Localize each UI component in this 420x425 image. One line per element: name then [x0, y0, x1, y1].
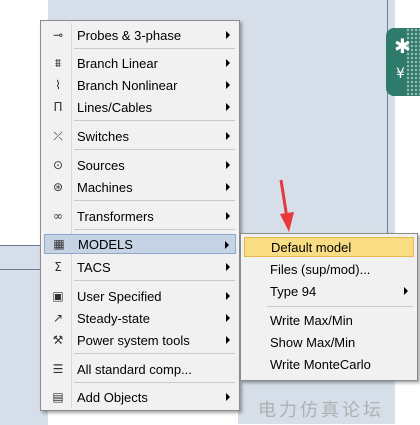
menu-item-label: MODELS	[78, 236, 133, 252]
forum-watermark: 电力仿真论坛	[258, 400, 384, 421]
submenu-arrow-icon	[226, 59, 230, 67]
submenu-item-show-max-min[interactable]: Show Max/Min	[244, 332, 414, 352]
submenu-arrow-icon	[226, 132, 230, 140]
submenu-arrow-icon	[404, 287, 408, 295]
submenu-item-type-94[interactable]: Type 94	[244, 281, 414, 301]
menu-item-switches[interactable]: ⤫ Switches	[44, 126, 236, 146]
menu-item-probes[interactable]: ⊸ Probes & 3-phase	[44, 25, 236, 45]
menu-separator	[267, 306, 413, 307]
submenu-item-label: Write MonteCarlo	[270, 356, 371, 372]
all-components-icon: ☰	[52, 362, 64, 376]
menu-item-label: Branch Nonlinear	[77, 77, 178, 93]
menu-item-label: Transformers	[77, 208, 154, 224]
menu-item-label: User Specified	[77, 288, 162, 304]
menu-item-lines-cables[interactable]: Π Lines/Cables	[44, 97, 236, 117]
models-submenu: Default model Files (sup/mod)... Type 94…	[240, 233, 418, 381]
menu-separator	[74, 229, 235, 230]
submenu-item-label: Type 94	[270, 283, 317, 299]
submenu-arrow-icon	[226, 183, 230, 191]
menu-separator	[74, 149, 235, 150]
menu-separator	[74, 382, 235, 383]
app-shortcut-icon[interactable]: ✱ ¥	[386, 28, 420, 96]
switch-icon: ⤫	[53, 128, 63, 143]
insert-component-menu: ⊸ Probes & 3-phase ⩩ Branch Linear ⌇ Bra…	[40, 20, 240, 411]
menu-item-machines[interactable]: ⊛ Machines	[44, 177, 236, 197]
submenu-arrow-icon	[226, 393, 230, 401]
menu-separator	[74, 120, 235, 121]
submenu-item-default-model[interactable]: Default model	[244, 237, 414, 257]
branch-linear-icon: ⩩	[54, 55, 62, 70]
source-icon: ⊙	[52, 158, 64, 172]
branch-nonlinear-icon: ⌇	[55, 78, 61, 92]
yen-icon: ¥	[396, 66, 405, 82]
submenu-item-write-max-min[interactable]: Write Max/Min	[244, 310, 414, 330]
submenu-item-write-montecarlo[interactable]: Write MonteCarlo	[244, 354, 414, 374]
submenu-arrow-icon	[226, 336, 230, 344]
submenu-arrow-icon	[226, 212, 230, 220]
submenu-item-label: Default model	[271, 239, 352, 255]
menu-item-label: TACS	[77, 259, 111, 275]
menu-separator	[74, 353, 235, 354]
menu-item-all-standard[interactable]: ☰ All standard comp...	[44, 359, 236, 379]
menu-item-label: Steady-state	[77, 310, 150, 326]
user-specified-icon: ▣	[52, 289, 64, 303]
submenu-item-label: Show Max/Min	[270, 334, 356, 350]
probe-icon: ⊸	[52, 28, 64, 42]
menu-separator	[74, 48, 235, 49]
menu-item-branch-nonlinear[interactable]: ⌇ Branch Nonlinear	[44, 75, 236, 95]
tacs-icon: Σ	[54, 260, 62, 274]
red-arrow-annotation	[279, 179, 294, 232]
submenu-item-files[interactable]: Files (sup/mod)...	[244, 259, 414, 279]
menu-item-label: Add Objects	[77, 389, 148, 405]
transformer-icon: ∞	[53, 209, 63, 223]
add-objects-icon: ▤	[52, 390, 64, 404]
menu-item-models[interactable]: ▦ MODELS	[44, 234, 236, 254]
submenu-arrow-icon	[226, 81, 230, 89]
menu-item-user-specified[interactable]: ▣ User Specified	[44, 286, 236, 306]
menu-item-transformers[interactable]: ∞ Transformers	[44, 206, 236, 226]
menu-item-label: Branch Linear	[77, 55, 158, 71]
menu-item-sources[interactable]: ⊙ Sources	[44, 155, 236, 175]
lines-cables-icon: Π	[53, 100, 63, 114]
menu-item-label: Power system tools	[77, 332, 190, 348]
menu-item-branch-linear[interactable]: ⩩ Branch Linear	[44, 53, 236, 73]
menu-item-label: Sources	[77, 157, 125, 173]
machine-icon: ⊛	[52, 180, 64, 194]
submenu-arrow-icon	[226, 292, 230, 300]
submenu-item-label: Write Max/Min	[270, 312, 353, 328]
menu-item-label: All standard comp...	[77, 361, 192, 377]
steady-state-icon: ↗	[52, 311, 64, 325]
menu-item-label: Machines	[77, 179, 133, 195]
submenu-arrow-icon	[226, 31, 230, 39]
menu-item-label: Lines/Cables	[77, 99, 153, 115]
submenu-item-label: Files (sup/mod)...	[270, 261, 371, 277]
menu-separator	[74, 280, 235, 281]
menu-item-label: Probes & 3-phase	[77, 27, 182, 43]
menu-item-tacs[interactable]: Σ TACS	[44, 257, 236, 277]
power-tools-icon: ⚒	[52, 333, 64, 347]
menu-separator	[74, 200, 235, 201]
models-icon: ▦	[53, 237, 65, 251]
submenu-arrow-icon	[226, 161, 230, 169]
menu-item-steady-state[interactable]: ↗ Steady-state	[44, 308, 236, 328]
submenu-arrow-icon	[226, 314, 230, 322]
menu-item-add-objects[interactable]: ▤ Add Objects	[44, 387, 236, 407]
submenu-arrow-icon	[226, 103, 230, 111]
shirt-icon: ✱	[394, 34, 411, 58]
menu-item-power-system-tools[interactable]: ⚒ Power system tools	[44, 330, 236, 350]
submenu-arrow-icon	[226, 263, 230, 271]
submenu-arrow-icon	[225, 241, 229, 249]
menu-item-label: Switches	[77, 128, 130, 144]
